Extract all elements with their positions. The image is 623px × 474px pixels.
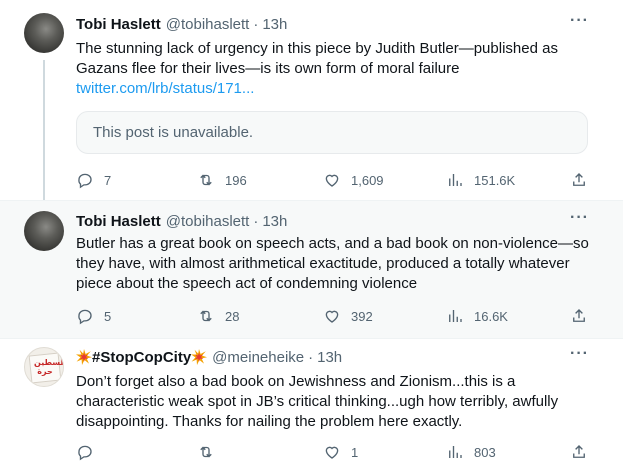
- repost-icon: [200, 174, 212, 186]
- like-icon: [325, 174, 339, 187]
- repost-icon: [200, 310, 212, 322]
- views-button[interactable]: 151.6K: [446, 170, 515, 190]
- user-handle[interactable]: @tobihaslett: [166, 16, 250, 33]
- like-icon: [325, 446, 339, 459]
- reply-icon: [78, 173, 92, 189]
- repost-button[interactable]: 196: [197, 170, 247, 190]
- avatar-sign-text: فلسطين حرة: [34, 358, 64, 376]
- display-name[interactable]: Tobi Haslett: [76, 213, 161, 230]
- views-button[interactable]: 803: [446, 442, 496, 462]
- share-button[interactable]: [570, 170, 588, 190]
- tweet-header: #StopCopCity @meineheike · 13h: [76, 347, 342, 367]
- more-options-icon[interactable]: ···: [570, 209, 589, 227]
- reply-button[interactable]: 5: [76, 306, 111, 326]
- collision-emoji-icon: [76, 349, 92, 365]
- repost-button[interactable]: 28: [197, 306, 239, 326]
- more-options-icon[interactable]: ···: [570, 345, 589, 363]
- tweet-text: Don’t forget also a bad book on Jewishne…: [76, 373, 559, 430]
- action-bar: 7 196 1,609 151.6K: [76, 170, 596, 190]
- tweet-header: Tobi Haslett @tobihaslett · 13h: [76, 14, 287, 34]
- like-button[interactable]: 1,609: [323, 170, 384, 190]
- like-count: 1,609: [351, 172, 384, 188]
- timestamp[interactable]: 13h: [317, 349, 342, 366]
- like-count: 1: [351, 444, 359, 460]
- user-handle[interactable]: @tobihaslett: [166, 213, 250, 230]
- display-name[interactable]: #StopCopCity: [76, 348, 208, 366]
- tweet-text: The stunning lack of urgency in this pie…: [76, 39, 596, 99]
- action-bar: 1 803: [76, 442, 596, 462]
- tweet-body: The stunning lack of urgency in this pie…: [76, 40, 558, 77]
- like-count: 392: [351, 308, 373, 324]
- views-button[interactable]: 16.6K: [446, 306, 508, 326]
- reply-count: 5: [104, 308, 112, 324]
- display-name[interactable]: Tobi Haslett: [76, 16, 161, 33]
- avatar[interactable]: [24, 211, 64, 251]
- view-count: 151.6K: [474, 172, 516, 188]
- reply-button[interactable]: [76, 442, 104, 462]
- tweet-link[interactable]: twitter.com/lrb/status/171...: [76, 80, 254, 97]
- like-button[interactable]: 1: [323, 442, 358, 462]
- repost-icon: [200, 446, 212, 458]
- views-icon: [449, 310, 462, 322]
- reply-icon: [78, 445, 92, 461]
- share-icon: [573, 173, 585, 186]
- reply-button[interactable]: 7: [76, 170, 111, 190]
- unavailable-quote-card: This post is unavailable.: [76, 111, 588, 154]
- separator-dot: ·: [253, 212, 259, 230]
- share-button[interactable]: [570, 306, 588, 326]
- unavailable-message: This post is unavailable.: [93, 124, 254, 141]
- repost-count: 28: [225, 308, 240, 324]
- views-icon: [449, 446, 462, 458]
- timestamp[interactable]: 13h: [262, 213, 287, 230]
- avatar[interactable]: [24, 13, 64, 53]
- views-icon: [449, 174, 462, 186]
- reply-icon: [78, 309, 92, 325]
- view-count: 16.6K: [474, 308, 508, 324]
- user-handle[interactable]: @meineheike: [212, 349, 304, 366]
- separator-dot: ·: [253, 15, 259, 33]
- collision-emoji-icon: [191, 349, 208, 365]
- view-count: 803: [474, 444, 496, 460]
- tweet-3[interactable]: فلسطين حرة #StopCopCity @meineheike · 13…: [0, 339, 623, 474]
- avatar[interactable]: فلسطين حرة: [24, 347, 64, 387]
- repost-button[interactable]: [197, 442, 225, 462]
- share-icon: [573, 309, 585, 322]
- separator-dot: ·: [308, 348, 314, 366]
- tweet-1[interactable]: Tobi Haslett @tobihaslett · 13h ··· The …: [0, 0, 623, 200]
- action-bar: 5 28 392 16.6K: [76, 306, 596, 326]
- reply-count: 7: [104, 172, 112, 188]
- tweet-2[interactable]: Tobi Haslett @tobihaslett · 13h ··· Butl…: [0, 200, 623, 339]
- display-name-text: #StopCopCity: [92, 348, 192, 366]
- like-icon: [325, 310, 339, 323]
- tweet-header: Tobi Haslett @tobihaslett · 13h: [76, 211, 287, 231]
- repost-count: 196: [225, 172, 247, 188]
- timestamp[interactable]: 13h: [262, 16, 287, 33]
- like-button[interactable]: 392: [323, 306, 373, 326]
- more-options-icon[interactable]: ···: [570, 12, 589, 30]
- share-button[interactable]: [570, 442, 588, 462]
- share-icon: [573, 445, 585, 458]
- tweet-text: Butler has a great book on speech acts, …: [76, 235, 589, 292]
